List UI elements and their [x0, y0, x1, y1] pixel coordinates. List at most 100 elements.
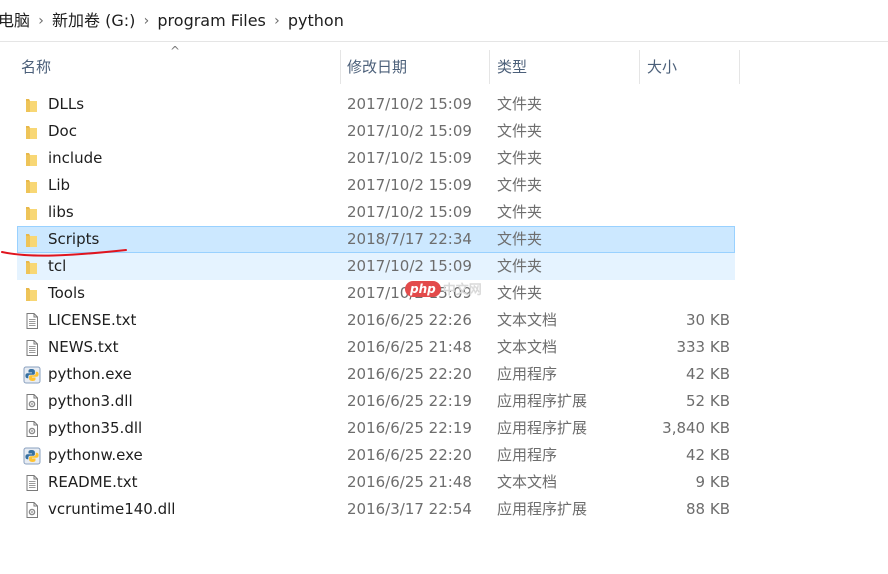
file-row[interactable]: python3.dll 2016/6/25 22:19 应用程序扩展 52 KB — [17, 388, 735, 415]
dll-file-icon — [23, 501, 41, 519]
file-type: 应用程序 — [497, 365, 558, 383]
file-type: 应用程序 — [497, 446, 558, 464]
python-exe-icon — [23, 447, 41, 465]
file-name: pythonw.exe — [48, 446, 143, 464]
folder-icon — [23, 177, 41, 195]
php-logo: php — [405, 280, 441, 297]
file-type: 应用程序扩展 — [497, 392, 588, 410]
file-type: 文件夹 — [497, 176, 543, 194]
file-date: 2016/6/25 22:19 — [347, 392, 472, 410]
file-date: 2017/10/2 15:09 — [347, 257, 472, 275]
file-date: 2016/6/25 21:48 — [347, 473, 472, 491]
file-row[interactable]: LICENSE.txt 2016/6/25 22:26 文本文档 30 KB — [17, 307, 735, 334]
breadcrumb-item-computer[interactable]: 电脑 — [0, 0, 34, 42]
watermark: php 中文网 — [405, 279, 482, 298]
file-type: 文件夹 — [497, 230, 543, 248]
file-type: 文件夹 — [497, 122, 543, 140]
file-size: 42 KB — [686, 446, 730, 464]
text-file-icon — [23, 312, 41, 330]
file-size: 9 KB — [695, 473, 730, 491]
file-name: vcruntime140.dll — [48, 500, 176, 518]
file-date: 2017/10/2 15:09 — [347, 122, 472, 140]
file-name: libs — [48, 203, 74, 221]
folder-icon — [23, 123, 41, 141]
file-row[interactable]: DLLs 2017/10/2 15:09 文件夹 — [17, 91, 735, 118]
file-type: 文本文档 — [497, 311, 558, 329]
folder-icon — [23, 285, 41, 303]
file-type: 文件夹 — [497, 203, 543, 221]
file-name: python3.dll — [48, 392, 133, 410]
file-row[interactable]: NEWS.txt 2016/6/25 21:48 文本文档 333 KB — [17, 334, 735, 361]
file-type: 应用程序扩展 — [497, 500, 588, 518]
file-name: python35.dll — [48, 419, 143, 437]
file-size: 88 KB — [686, 500, 730, 518]
chevron-right-icon[interactable]: › — [34, 13, 48, 29]
folder-icon — [23, 204, 41, 222]
folder-icon — [23, 258, 41, 276]
file-date: 2018/7/17 22:34 — [347, 230, 472, 248]
file-row[interactable]: README.txt 2016/6/25 21:48 文本文档 9 KB — [17, 469, 735, 496]
file-row[interactable]: include 2017/10/2 15:09 文件夹 — [17, 145, 735, 172]
file-type: 文件夹 — [497, 95, 543, 113]
breadcrumb-item-program-files[interactable]: program Files — [153, 0, 270, 42]
file-name: Doc — [48, 122, 77, 140]
file-row[interactable]: Lib 2017/10/2 15:09 文件夹 — [17, 172, 735, 199]
file-date: 2017/10/2 15:09 — [347, 203, 472, 221]
file-date: 2017/10/2 15:09 — [347, 176, 472, 194]
file-size: 52 KB — [686, 392, 730, 410]
file-name: NEWS.txt — [48, 338, 119, 356]
file-row[interactable]: Doc 2017/10/2 15:09 文件夹 — [17, 118, 735, 145]
file-type: 应用程序扩展 — [497, 419, 588, 437]
breadcrumb-item-drive[interactable]: 新加卷 (G:) — [48, 0, 139, 42]
red-underline-annotation — [1, 249, 127, 257]
file-row[interactable]: libs 2017/10/2 15:09 文件夹 — [17, 199, 735, 226]
file-name: include — [48, 149, 103, 167]
file-row[interactable]: Tools 2017/10/2 15:09 文件夹 — [17, 280, 735, 307]
folder-icon — [23, 150, 41, 168]
sort-ascending-icon: ^ — [170, 44, 181, 58]
column-header: ^ 名称 修改日期 类型 大小 — [0, 42, 888, 92]
chevron-right-icon[interactable]: › — [270, 13, 284, 29]
file-row[interactable]: python35.dll 2016/6/25 22:19 应用程序扩展 3,84… — [17, 415, 735, 442]
file-row[interactable]: pythonw.exe 2016/6/25 22:20 应用程序 42 KB — [17, 442, 735, 469]
dll-file-icon — [23, 393, 41, 411]
column-header-type[interactable]: 类型 — [497, 58, 527, 76]
file-type: 文件夹 — [497, 284, 543, 302]
file-size: 42 KB — [686, 365, 730, 383]
column-header-name[interactable]: 名称 — [21, 58, 51, 76]
column-divider[interactable] — [489, 50, 490, 84]
column-header-date[interactable]: 修改日期 — [347, 58, 407, 76]
column-divider[interactable] — [739, 50, 740, 84]
file-date: 2017/10/2 15:09 — [347, 149, 472, 167]
file-row[interactable]: python.exe 2016/6/25 22:20 应用程序 42 KB — [17, 361, 735, 388]
text-file-icon — [23, 474, 41, 492]
watermark-text: 中文网 — [442, 283, 482, 298]
file-name: DLLs — [48, 95, 85, 113]
file-type: 文件夹 — [497, 149, 543, 167]
file-type: 文本文档 — [497, 473, 558, 491]
file-type: 文件夹 — [497, 257, 543, 275]
chevron-right-icon[interactable]: › — [139, 13, 153, 29]
folder-icon — [23, 96, 41, 114]
file-row[interactable]: vcruntime140.dll 2016/3/17 22:54 应用程序扩展 … — [17, 496, 735, 523]
breadcrumb[interactable]: 电脑 › 新加卷 (G:) › program Files › python — [0, 0, 888, 42]
file-date: 2016/3/17 22:54 — [347, 500, 472, 518]
file-name: Tools — [48, 284, 85, 302]
dll-file-icon — [23, 420, 41, 438]
file-name: README.txt — [48, 473, 138, 491]
column-divider[interactable] — [639, 50, 640, 84]
file-date: 2016/6/25 21:48 — [347, 338, 472, 356]
column-divider[interactable] — [340, 50, 341, 84]
file-size: 3,840 KB — [662, 419, 730, 437]
file-name: LICENSE.txt — [48, 311, 137, 329]
file-size: 30 KB — [686, 311, 730, 329]
file-name: python.exe — [48, 365, 132, 383]
file-explorer-window: 电脑 › 新加卷 (G:) › program Files › python ^… — [0, 0, 888, 574]
file-date: 2016/6/25 22:20 — [347, 365, 472, 383]
breadcrumb-item-python[interactable]: python — [284, 0, 348, 42]
file-date: 2017/10/2 15:09 — [347, 95, 472, 113]
file-date: 2016/6/25 22:26 — [347, 311, 472, 329]
column-header-size[interactable]: 大小 — [647, 58, 677, 76]
file-date: 2016/6/25 22:20 — [347, 446, 472, 464]
python-exe-icon — [23, 366, 41, 384]
